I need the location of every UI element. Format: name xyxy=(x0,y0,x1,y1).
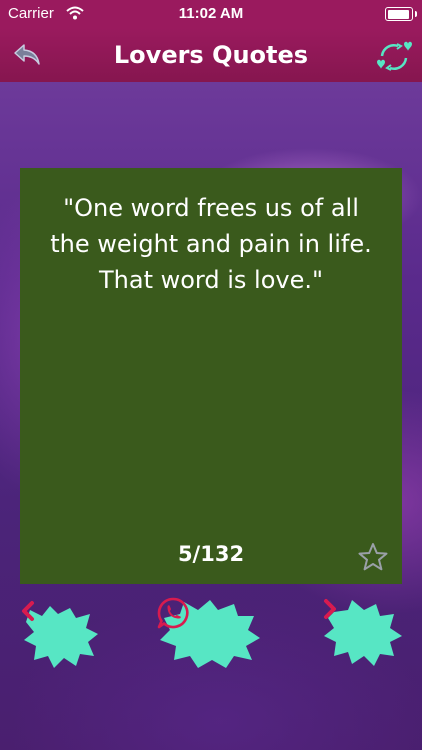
heart-refresh-icon xyxy=(377,41,412,71)
whatsapp-share-button[interactable] xyxy=(156,596,262,672)
quote-card: "One word frees us of all the weight and… xyxy=(20,168,402,584)
status-bar: Carrier 11:02 AM xyxy=(0,0,422,28)
favorite-button[interactable] xyxy=(358,542,388,572)
next-button[interactable] xyxy=(322,598,404,670)
chevron-right-icon xyxy=(324,599,336,619)
battery-icon xyxy=(385,7,417,21)
quote-counter: 5/132 xyxy=(177,542,245,566)
refresh-button[interactable] xyxy=(376,40,412,74)
status-time: 11:02 AM xyxy=(178,5,244,22)
quote-text: "One word frees us of all the weight and… xyxy=(50,194,372,294)
previous-button[interactable] xyxy=(20,600,102,672)
page-title: Lovers Quotes xyxy=(113,41,309,69)
nav-bar: Lovers Quotes xyxy=(0,28,422,82)
star-outline-icon xyxy=(358,543,388,571)
chevron-left-icon xyxy=(22,601,34,621)
whatsapp-icon xyxy=(157,597,189,629)
